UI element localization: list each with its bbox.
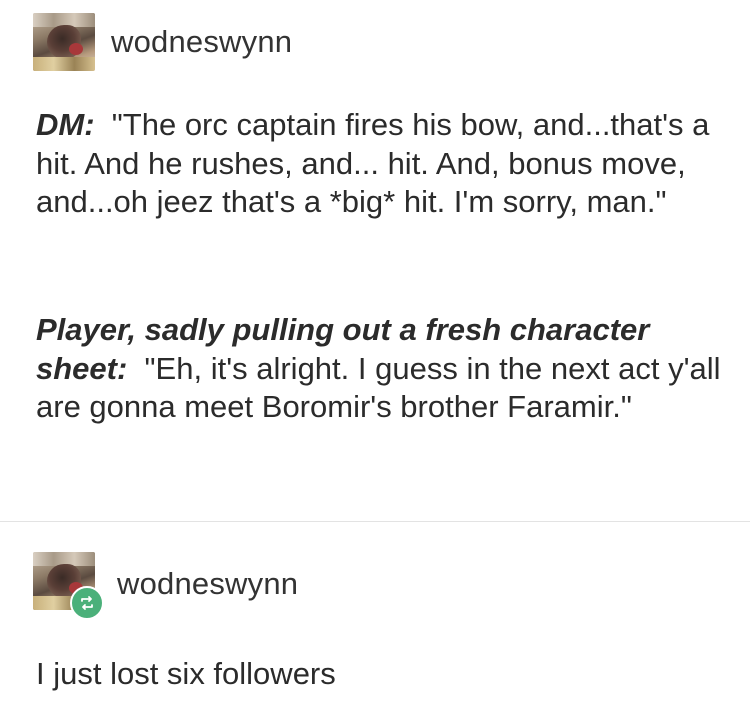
post-header: wodneswynn [33, 552, 298, 620]
post-reblog: wodneswynn I just lost six followers [0, 522, 750, 715]
post-paragraph-dm: DM: "The orc captain fires his bow, and.… [36, 106, 726, 222]
post-body: I just lost six followers [36, 656, 336, 691]
dialogue-text: "The orc captain fires his bow, and...th… [36, 107, 710, 219]
avatar-with-badge[interactable] [33, 552, 104, 620]
reblog-arrows-icon [81, 596, 93, 610]
username[interactable]: wodneswynn [117, 566, 298, 602]
post-header: wodneswynn [33, 13, 292, 71]
avatar[interactable] [33, 13, 95, 71]
post-paragraph-player: Player, sadly pulling out a fresh charac… [36, 311, 726, 427]
speaker-label: DM: [36, 107, 95, 142]
post-original: wodneswynn DM: "The orc captain fires hi… [0, 0, 750, 522]
dialogue-text: "Eh, it's alright. I guess in the next a… [36, 350, 721, 425]
username[interactable]: wodneswynn [111, 24, 292, 60]
reblog-icon [70, 586, 104, 620]
